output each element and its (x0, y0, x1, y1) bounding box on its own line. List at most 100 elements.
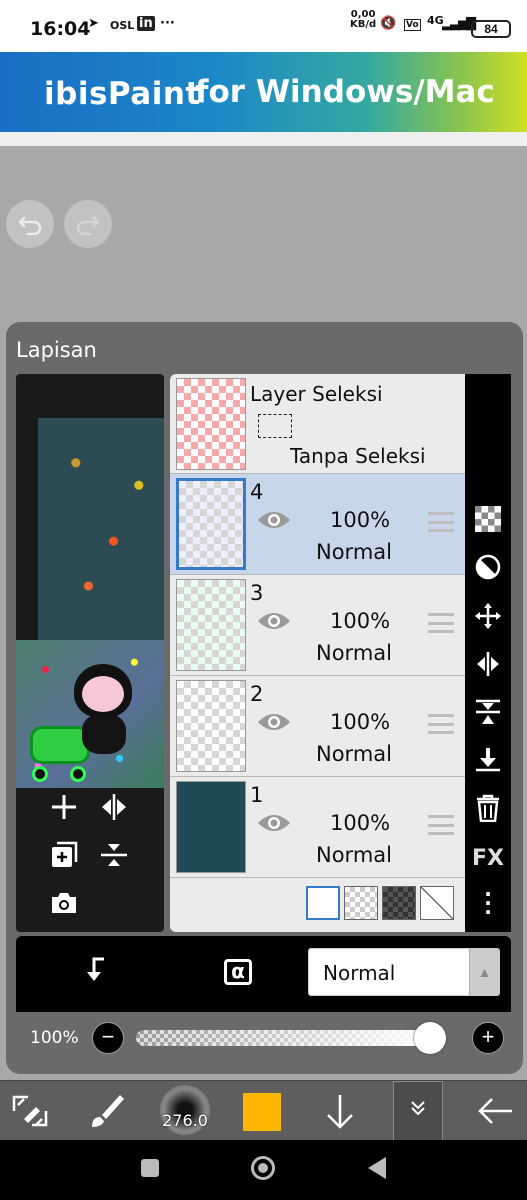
visibility-toggle[interactable] (256, 609, 292, 633)
opacity-decrease-button[interactable]: − (92, 1022, 124, 1054)
eye-icon (258, 714, 290, 730)
blend-mode-value: Normal (323, 961, 396, 985)
opacity-slider-knob[interactable] (414, 1022, 446, 1054)
alpha-lock-button[interactable]: α (224, 956, 252, 985)
undo-icon (18, 216, 42, 235)
layer-row-3[interactable]: 3 100% Normal (170, 575, 465, 676)
double-chevron-down-icon (411, 1101, 425, 1116)
fx-button[interactable]: FX (465, 846, 511, 871)
preview-artwork-zoomed (38, 418, 164, 642)
banner-divider (0, 132, 527, 146)
merge-icon (101, 844, 127, 866)
clip-to-layer-below-button[interactable] (80, 954, 110, 992)
drag-handle-icon[interactable] (428, 815, 454, 835)
preview-wheel (70, 766, 86, 782)
flip-layer-horizontal-button[interactable] (465, 650, 511, 684)
canvas-preview[interactable] (16, 374, 164, 932)
drag-handle-icon[interactable] (428, 613, 454, 633)
layer-number: 4 (250, 480, 264, 504)
eye-icon (258, 613, 290, 629)
background-transparent-swatch[interactable] (344, 886, 378, 920)
drag-handle-icon[interactable] (428, 512, 454, 532)
dropdown-arrow-icon: ▲ (469, 949, 499, 995)
flip-layer-vertical-button[interactable] (465, 698, 511, 732)
recents-button[interactable] (141, 1159, 159, 1177)
layer-row-4[interactable]: 4 100% Normal (170, 474, 465, 575)
layer-row-1[interactable]: 1 100% Normal (170, 777, 465, 878)
selection-layer-thumbnail (176, 378, 246, 470)
selection-layer-row[interactable]: Layer Seleksi Tanpa Seleksi (170, 374, 465, 474)
opacity-increase-button[interactable]: + (472, 1022, 504, 1054)
camera-button[interactable] (44, 890, 84, 923)
clipping-icon (475, 554, 501, 580)
collapse-panel-button[interactable] (393, 1081, 443, 1141)
system-back-button[interactable] (368, 1157, 386, 1179)
brush-tool-button[interactable] (86, 1091, 126, 1139)
promo-banner[interactable]: ibisPaint for Windows/Mac (0, 52, 527, 132)
undo-button[interactable] (6, 200, 54, 248)
delete-layer-button[interactable] (465, 794, 511, 828)
speed-unit: KB/d (350, 19, 377, 30)
system-nav-bar (0, 1140, 527, 1200)
eye-icon (258, 512, 290, 528)
preview-character-face (82, 676, 124, 712)
opacity-slider-fill (136, 1030, 430, 1046)
visibility-toggle[interactable] (256, 811, 292, 835)
alpha-lock-icon: α (224, 959, 252, 985)
layer-opacity: 100% (330, 609, 391, 633)
panel-title: Lapisan (16, 338, 97, 362)
layer-thumbnail (176, 478, 246, 570)
back-button[interactable] (476, 1091, 516, 1139)
layer-thumbnail (176, 579, 246, 671)
battery-level: 84 (471, 20, 511, 38)
volte-icon: Vo (404, 19, 421, 31)
selection-layer-title: Layer Seleksi (250, 382, 383, 406)
flip-horizontal-button[interactable] (94, 792, 134, 829)
transform-tool-button[interactable] (10, 1091, 50, 1139)
preview-character-body (82, 714, 126, 754)
move-button[interactable] (465, 602, 511, 636)
visibility-toggle[interactable] (256, 508, 292, 532)
blend-mode-bar: α Normal ▲ (16, 936, 511, 1012)
opacity-label: 100% (30, 1028, 79, 1048)
drag-handle-icon[interactable] (428, 714, 454, 734)
layer-blend-mode: Normal (316, 843, 392, 867)
layer-list[interactable]: Layer Seleksi Tanpa Seleksi 4 100% Norma… (170, 374, 465, 932)
clock: 16:04 (30, 18, 91, 40)
opacity-slider[interactable] (136, 1022, 446, 1054)
color-swatch[interactable] (243, 1093, 281, 1131)
merge-down-button[interactable] (94, 840, 134, 877)
merge-down-icon (476, 748, 500, 772)
add-layer-button[interactable] (44, 792, 84, 829)
layer-down-button[interactable] (322, 1091, 358, 1139)
redo-icon (76, 216, 100, 235)
layer-tools-bar: FX · · · (465, 374, 511, 932)
background-options (170, 874, 465, 932)
transparency-button[interactable] (465, 506, 511, 538)
telegram-icon: ➤ (88, 16, 99, 31)
clipping-button[interactable] (465, 554, 511, 586)
flip-vertical-icon (476, 699, 500, 724)
more-options-icon[interactable]: · · · (465, 884, 511, 922)
opacity-control: 100% − + (16, 1012, 511, 1062)
background-white-swatch[interactable] (306, 886, 340, 920)
eye-icon (258, 815, 290, 831)
home-button[interactable] (251, 1156, 275, 1180)
blend-mode-select[interactable]: Normal ▲ (308, 948, 500, 996)
mute-vibrate-icon: 🔇 (380, 16, 397, 31)
merge-down-button[interactable] (465, 746, 511, 780)
layer-blend-mode: Normal (316, 742, 392, 766)
layer-number: 3 (250, 581, 264, 605)
visibility-toggle[interactable] (256, 710, 292, 734)
background-none-swatch[interactable] (420, 886, 454, 920)
checker-icon (475, 506, 501, 532)
flip-horizontal-icon (477, 652, 499, 676)
layer-row-2[interactable]: 2 100% Normal (170, 676, 465, 777)
brush-size-button[interactable]: 276.0 (160, 1085, 210, 1135)
brush-size-value: 276.0 (162, 1111, 208, 1130)
duplicate-layer-button[interactable] (44, 840, 84, 877)
redo-button[interactable] (64, 200, 112, 248)
background-dark-swatch[interactable] (382, 886, 416, 920)
layer-panel: Lapisan Layer Seleksi Tanpa Seleksi 4 10… (6, 322, 523, 1074)
banner-tagline: for Windows/Mac (195, 74, 495, 110)
